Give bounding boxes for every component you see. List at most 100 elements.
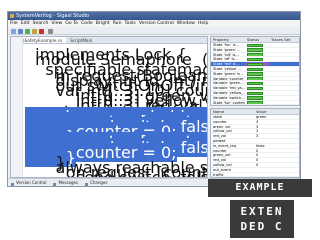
status-cell <box>245 86 269 90</box>
run-icon[interactable] <box>25 28 30 34</box>
status-cell <box>245 72 269 76</box>
property-name: Variable 'yellow_... <box>213 90 245 95</box>
menu-bar: File Edit Search View Go To Code Bright Run Tool… <box>8 20 300 27</box>
status-cell <box>245 77 269 81</box>
menu-item-go-to[interactable]: Go To <box>65 21 78 26</box>
variable-name: red_val <box>213 158 227 162</box>
menu-item-bright[interactable]: Bright <box>96 21 110 26</box>
status-ok-bar <box>247 67 263 71</box>
variable-value: 2 <box>256 129 259 134</box>
status-ok-bar <box>247 72 263 76</box>
variable-value: 3 <box>256 124 259 129</box>
property-name: State 'green' is ... <box>213 71 245 76</box>
traces-cell <box>269 48 299 52</box>
variable-value <box>254 168 299 172</box>
status-cell <box>245 96 269 100</box>
property-name: State 'fun' is... <box>213 43 239 47</box>
bottom-tab-changes[interactable]: Changes <box>85 180 107 185</box>
toolbar <box>8 27 300 35</box>
new-file-icon[interactable] <box>11 28 16 34</box>
status-cell <box>245 62 269 66</box>
menu-item-run[interactable]: Run <box>113 21 122 26</box>
traces-cell <box>269 53 299 57</box>
status-ok-bar <box>247 91 263 95</box>
property-name: Variable 'green...' <box>213 81 245 86</box>
traces-cell <box>269 105 299 106</box>
menu-item-view[interactable]: View <box>51 21 62 26</box>
status-ok-bar <box>247 48 263 52</box>
variable-value: false <box>256 143 265 148</box>
status-cell <box>245 48 269 52</box>
window-title: SystemVerilog - Sigasi Studio <box>16 13 90 19</box>
variable-name: pedest <box>213 138 226 143</box>
status-cell <box>245 105 269 106</box>
debug-icon[interactable] <box>32 28 37 34</box>
menu-item-window[interactable]: Window <box>177 21 195 26</box>
status-ok-bar <box>247 43 263 47</box>
variable-value <box>254 173 299 177</box>
status-cell <box>245 67 269 71</box>
status-ok-bar <box>247 53 263 57</box>
editor-tab[interactable]: ScriptMain <box>66 37 96 43</box>
variable-value: green <box>256 115 267 119</box>
menu-item-file[interactable]: File <box>10 21 18 26</box>
column-header-value[interactable]: Value <box>254 109 299 114</box>
line-gutter <box>11 37 23 177</box>
traces-cell <box>269 43 299 47</box>
traces-cell <box>269 101 299 105</box>
variable-name: green_val <box>213 124 231 129</box>
menu-item-version-control[interactable]: Version Control <box>139 21 174 26</box>
traces-cell <box>269 62 299 66</box>
variable-value: 0 <box>256 162 259 167</box>
extended-badge-line1: EXTEN <box>240 205 284 218</box>
column-header-status[interactable]: Status <box>245 37 269 42</box>
app-icon <box>10 14 14 18</box>
traces-cell <box>269 86 299 90</box>
column-header-traces[interactable]: Traces Set <box>269 37 299 42</box>
variable-value: 0 <box>256 158 259 162</box>
status-cell <box>245 57 269 62</box>
status-cell <box>245 101 269 105</box>
traces-cell <box>269 77 299 81</box>
status-ok-bar <box>247 82 263 86</box>
example-badge-label: EXAMPLE <box>235 182 285 193</box>
save-icon[interactable] <box>18 28 23 34</box>
stop-icon[interactable] <box>39 28 44 34</box>
status-cell <box>245 43 269 47</box>
status-ok-bar <box>247 77 263 81</box>
variable-value <box>254 139 299 143</box>
property-name: Variable 'counter' <box>213 76 245 81</box>
variable-name: in_event_req <box>213 143 236 148</box>
traces-cell <box>269 72 299 76</box>
property-name: State 'init' is... <box>213 52 239 57</box>
menu-item-code[interactable]: Code <box>81 21 93 26</box>
status-ok-bar <box>247 101 263 105</box>
search-icon[interactable] <box>48 28 53 34</box>
example-badge: EXAMPLE <box>208 179 312 197</box>
menu-item-tools[interactable]: Tools <box>125 21 136 26</box>
variable-name: yellow_val <box>213 162 232 167</box>
bottom-tab-version-control[interactable]: Version Control <box>11 180 46 185</box>
menu-item-edit[interactable]: Edit <box>21 21 30 26</box>
property-name: Variable 'switch...' <box>213 95 245 100</box>
variable-value: 0 <box>256 148 259 153</box>
column-header-name[interactable]: Name <box>211 109 254 114</box>
column-header-property[interactable]: Property <box>211 37 245 42</box>
code-area[interactable]: implements Lock { module Semaphore (inpu… <box>25 45 207 177</box>
extended-badge: EXTEN DED C <box>230 200 294 238</box>
menu-item-help[interactable]: Help <box>198 21 208 26</box>
title-bar: SystemVerilog - Sigasi Studio <box>8 12 300 20</box>
property-name: State 'fun' conten... <box>213 100 245 105</box>
menu-item-search[interactable]: Search <box>33 21 49 26</box>
code-editor[interactable]: TypeSafetyExample.sv ScriptMain implement… <box>10 36 208 178</box>
traces-cell <box>269 96 299 100</box>
status-ok-bar <box>247 58 263 62</box>
bottom-tab-messages[interactable]: Messages <box>53 180 78 185</box>
traces-cell <box>269 91 299 95</box>
table-row[interactable]: State 'init' conte... <box>211 105 299 106</box>
variable-name: out_event <box>213 167 231 172</box>
status-cell <box>245 53 269 57</box>
editor-tabs: TypeSafetyExample.sv ScriptMain <box>11 37 207 44</box>
variable-value: 0 <box>256 153 259 158</box>
traces-cell <box>269 57 299 61</box>
